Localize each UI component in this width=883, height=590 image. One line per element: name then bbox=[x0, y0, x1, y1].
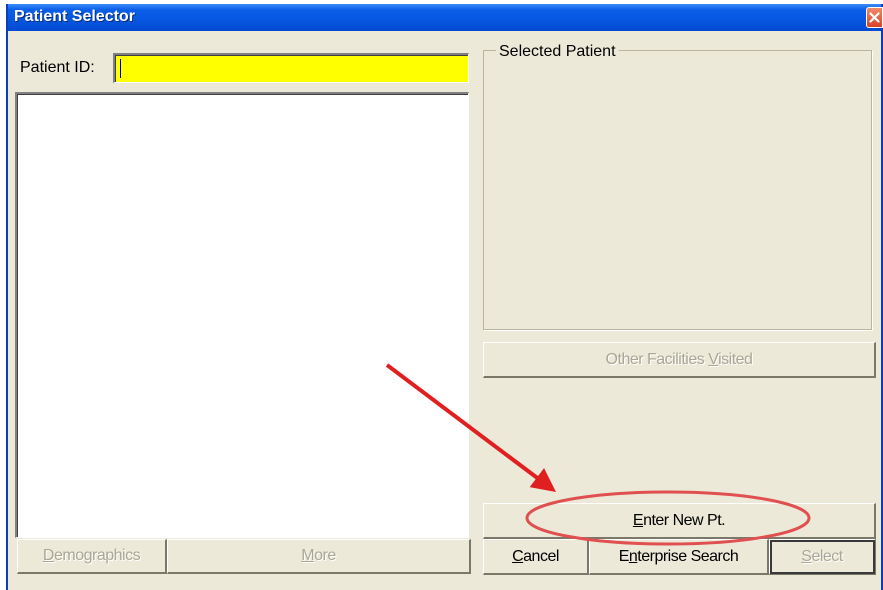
selected-patient-legend: Selected Patient bbox=[496, 43, 619, 61]
close-icon bbox=[869, 12, 880, 23]
patient-id-input[interactable] bbox=[113, 53, 469, 83]
more-label: More bbox=[301, 547, 336, 564]
enter-new-pt-label: Enter New Pt. bbox=[632, 511, 726, 529]
more-button[interactable]: More bbox=[167, 539, 471, 574]
enterprise-search-label: Enterprise Search bbox=[618, 547, 739, 565]
close-button[interactable] bbox=[866, 7, 883, 28]
enter-new-patient-button[interactable]: Enter New Pt. bbox=[483, 503, 876, 539]
select-label: Select bbox=[801, 547, 843, 565]
cancel-label: Cancel bbox=[512, 547, 559, 565]
other-facilities-visited-button[interactable]: Other Facilities Visited bbox=[483, 342, 876, 378]
selected-patient-group bbox=[483, 50, 872, 330]
patient-id-label: Patient ID: bbox=[20, 59, 95, 76]
demographics-label: Demographics bbox=[42, 547, 141, 564]
text-caret bbox=[120, 59, 121, 78]
select-button[interactable]: Select bbox=[769, 539, 876, 575]
enterprise-search-button[interactable]: Enterprise Search bbox=[589, 539, 769, 575]
title-bar[interactable]: Patient Selector bbox=[8, 4, 883, 31]
other-facilities-label: Other Facilities Visited bbox=[605, 350, 753, 368]
window-title: Patient Selector bbox=[14, 8, 135, 25]
patient-search-results-list[interactable] bbox=[15, 92, 469, 538]
demographics-button[interactable]: Demographics bbox=[17, 539, 167, 574]
cancel-button[interactable]: Cancel bbox=[483, 539, 589, 575]
